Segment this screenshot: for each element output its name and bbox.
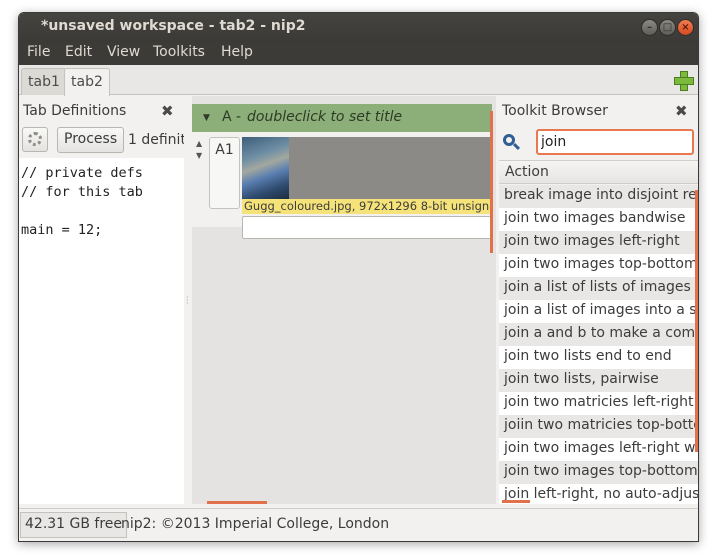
collapse-triangle-icon[interactable]: ▼ [203, 113, 210, 123]
column-name: A - [222, 109, 242, 125]
add-tab-button[interactable] [674, 71, 694, 91]
image-caption: Gugg_coloured.jpg, 972x1296 8-bit unsign… [242, 199, 492, 214]
close-window-button[interactable]: × [677, 19, 694, 36]
list-item[interactable]: join two images top-bottom with [499, 461, 698, 484]
maximize-icon: □ [662, 22, 673, 33]
menu-file[interactable]: File [27, 44, 50, 60]
image-thumbnail [242, 137, 289, 200]
image-view[interactable] [242, 137, 492, 200]
status-text: nip2: ©2013 Imperial College, London [121, 516, 390, 532]
column-header[interactable]: ▼ A - doubleclick to set title [192, 104, 492, 132]
maximize-window-button[interactable]: □ [659, 19, 676, 36]
tab-tab2[interactable]: tab2 [64, 68, 110, 96]
list-scroll-indicator[interactable] [695, 190, 698, 452]
menubar: File Edit View Toolkits Help [19, 42, 698, 65]
free-space-indicator: 42.31 GB free [20, 512, 128, 538]
toolkit-browser-panel: Toolkit Browser ✖ Action break image int… [499, 96, 698, 504]
list-item[interactable]: join two images left-right with [499, 438, 698, 461]
action-list: break image into disjoint regions join t… [499, 185, 698, 504]
list-hscroll-indicator[interactable] [502, 500, 530, 503]
column-title-hint[interactable]: doubleclick to set title [247, 109, 402, 125]
row-spin-icon[interactable]: ▲ ▼ [196, 138, 202, 162]
toolkit-options-button[interactable] [22, 127, 48, 152]
list-item[interactable]: break image into disjoint regions [499, 185, 698, 208]
column-body: ▲ ▼ A1 Gugg_coloured.jpg, 972x1296 8-bit … [192, 132, 492, 239]
list-item[interactable]: join two images left-right [499, 231, 698, 254]
app-window: × □ – *unsaved workspace - tab2 - nip2 F… [18, 12, 699, 542]
titlebar[interactable]: × □ – *unsaved workspace - tab2 - nip2 [19, 13, 698, 42]
list-item[interactable]: join two lists, pairwise [499, 369, 698, 392]
menu-help[interactable]: Help [221, 44, 253, 60]
workspace-canvas[interactable]: ▼ A - doubleclick to set title ▲ ▼ A1 Gug… [192, 96, 496, 504]
menu-view[interactable]: View [107, 44, 140, 60]
panel-title: Toolkit Browser [502, 103, 608, 119]
close-definitions-button[interactable]: ✖ [161, 102, 174, 120]
tab-bar: tab1 tab2 [19, 65, 698, 96]
grip-icon: · · · [186, 293, 189, 308]
left-pane-splitter[interactable]: · · · [184, 96, 192, 504]
list-item[interactable]: join two images bandwise [499, 208, 698, 231]
list-item[interactable]: join a list of images into a single [499, 300, 698, 323]
minimize-icon: – [647, 22, 652, 33]
close-icon: ✖ [161, 102, 174, 120]
window-title: *unsaved workspace - tab2 - nip2 [41, 18, 306, 34]
row-input[interactable] [242, 216, 492, 239]
menu-toolkits[interactable]: Toolkits [153, 44, 205, 60]
process-button[interactable]: Process [57, 127, 125, 153]
list-item[interactable]: join a and b to make a complex [499, 323, 698, 346]
close-icon: ✖ [675, 102, 688, 120]
list-item[interactable]: join a list of lists of images into [499, 277, 698, 300]
horizontal-scroll-indicator [207, 501, 267, 504]
panel-title: Tab Definitions [23, 103, 127, 119]
menu-edit[interactable]: Edit [65, 44, 92, 60]
row-name-button[interactable]: A1 [209, 137, 240, 209]
definitions-editor[interactable]: // private defs // for this tab main = 1… [19, 158, 184, 504]
statusbar: 42.31 GB free nip2: ©2013 Imperial Colle… [19, 508, 698, 541]
close-toolkit-browser-button[interactable]: ✖ [675, 102, 688, 120]
list-item[interactable]: join two images top-bottom [499, 254, 698, 277]
list-item[interactable]: join two lists end to end [499, 346, 698, 369]
close-icon: × [681, 22, 690, 33]
minimize-window-button[interactable]: – [641, 19, 658, 36]
tab-definitions-panel: Tab Definitions ✖ Process 1 definit // p… [19, 96, 184, 504]
tab-tab1[interactable]: tab1 [21, 68, 67, 95]
action-column-header[interactable]: Action [499, 160, 698, 184]
list-item[interactable]: join two matricies left-right [499, 392, 698, 415]
column-scroll-indicator [490, 111, 493, 253]
gear-icon [28, 132, 42, 146]
search-input[interactable] [536, 129, 694, 155]
search-icon [503, 134, 521, 151]
definitions-count: 1 definit [128, 132, 184, 148]
list-item[interactable]: joiin two matricies top-bottom [499, 415, 698, 438]
